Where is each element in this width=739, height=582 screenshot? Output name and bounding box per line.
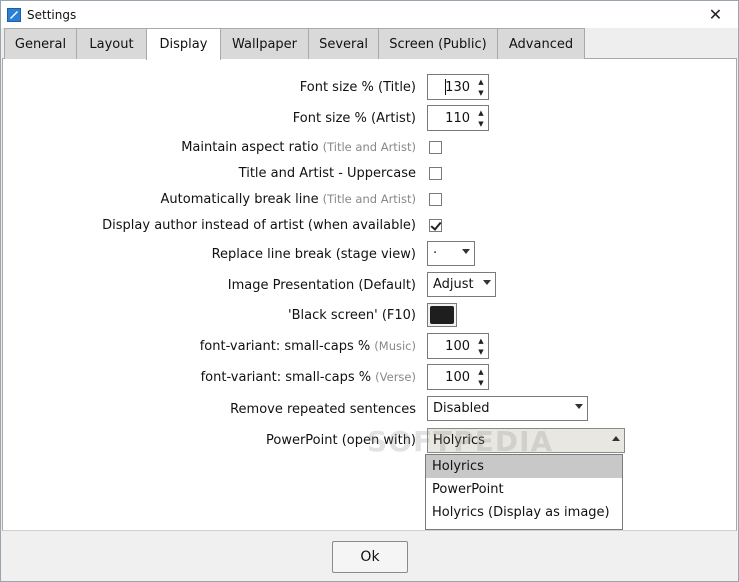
list-item-holyrics-image[interactable]: Holyrics (Display as image) — [426, 501, 622, 524]
remove-repeated-label: Remove repeated sentences — [230, 401, 416, 417]
spin-up-icon[interactable]: ▲ — [474, 366, 488, 377]
spin-up-icon[interactable]: ▲ — [474, 335, 488, 346]
display-author-label: Display author instead of artist (when a… — [102, 217, 416, 233]
list-item-holyrics[interactable]: Holyrics — [426, 455, 622, 478]
aspect-ratio-label: Maintain aspect ratio (Title and Artist) — [181, 139, 416, 155]
uppercase-checkbox[interactable] — [429, 167, 442, 180]
app-icon — [7, 7, 21, 22]
font-size-artist-value[interactable]: 110 — [428, 106, 472, 130]
chevron-down-icon — [575, 404, 583, 409]
small-caps-verse-value[interactable]: 100 — [428, 365, 472, 389]
black-screen-color-button[interactable] — [427, 303, 457, 327]
list-item-powerpoint[interactable]: PowerPoint — [426, 478, 622, 501]
replace-line-break-select[interactable]: · — [427, 241, 475, 266]
display-panel: Font size % (Title) 130 ▲ ▼ Font size % … — [2, 59, 737, 531]
chevron-up-icon — [612, 436, 620, 441]
powerpoint-select[interactable]: Holyrics — [427, 428, 625, 453]
font-size-title-spinner[interactable]: 130 ▲ ▼ — [427, 74, 489, 100]
tab-advanced[interactable]: Advanced — [497, 28, 585, 59]
tab-several[interactable]: Several — [308, 28, 379, 59]
title-bar: Settings ✕ — [1, 1, 738, 28]
chevron-down-icon — [462, 249, 470, 254]
image-presentation-select[interactable]: Adjust — [427, 272, 496, 297]
remove-repeated-select[interactable]: Disabled — [427, 396, 588, 421]
powerpoint-value: Holyrics — [433, 433, 485, 448]
powerpoint-label: PowerPoint (open with) — [265, 432, 416, 448]
small-caps-verse-spinner[interactable]: 100 ▲ ▼ — [427, 364, 489, 390]
auto-break-label: Automatically break line (Title and Artis… — [160, 191, 416, 207]
color-swatch — [430, 306, 454, 324]
replace-line-break-value: · — [433, 246, 438, 261]
aspect-ratio-checkbox[interactable] — [429, 141, 442, 154]
spin-up-icon[interactable]: ▲ — [474, 76, 488, 87]
spin-down-icon[interactable]: ▼ — [474, 377, 488, 388]
font-size-artist-spinner[interactable]: 110 ▲ ▼ — [427, 105, 489, 131]
tab-bar: General Layout Display Wallpaper Several… — [2, 28, 737, 60]
small-caps-music-spinner[interactable]: 100 ▲ ▼ — [427, 333, 489, 359]
tab-screen-public[interactable]: Screen (Public) — [378, 28, 498, 59]
spin-down-icon[interactable]: ▼ — [474, 118, 488, 129]
remove-repeated-value: Disabled — [433, 401, 490, 416]
powerpoint-dropdown-list: Holyrics PowerPoint Holyrics (Display as… — [425, 454, 623, 530]
small-caps-verse-label: font-variant: small-caps % (Verse) — [200, 369, 416, 385]
image-presentation-value: Adjust — [433, 277, 474, 292]
font-size-artist-label: Font size % (Artist) — [292, 110, 416, 126]
font-size-title-value[interactable]: 130 — [428, 75, 472, 99]
small-caps-music-value[interactable]: 100 — [428, 334, 472, 358]
display-author-checkbox[interactable] — [429, 219, 442, 232]
image-presentation-label: Image Presentation (Default) — [227, 277, 416, 293]
spin-down-icon[interactable]: ▼ — [474, 87, 488, 98]
spin-up-icon[interactable]: ▲ — [474, 107, 488, 118]
font-size-title-label: Font size % (Title) — [299, 79, 416, 95]
window-title: Settings — [27, 7, 77, 22]
ok-button[interactable]: Ok — [332, 541, 408, 573]
text-caret — [445, 79, 446, 95]
settings-window: Settings ✕ General Layout Display Wallpa… — [0, 0, 739, 582]
replace-line-break-label: Replace line break (stage view) — [211, 246, 416, 262]
close-icon[interactable]: ✕ — [693, 1, 738, 28]
auto-break-checkbox[interactable] — [429, 193, 442, 206]
tab-layout[interactable]: Layout — [76, 28, 147, 59]
tab-wallpaper[interactable]: Wallpaper — [220, 28, 309, 59]
tab-display[interactable]: Display — [146, 28, 221, 60]
black-screen-label: 'Black screen' (F10) — [288, 307, 416, 323]
spin-down-icon[interactable]: ▼ — [474, 346, 488, 357]
chevron-down-icon — [483, 280, 491, 285]
uppercase-label: Title and Artist - Uppercase — [238, 165, 416, 181]
tab-general[interactable]: General — [4, 28, 77, 59]
small-caps-music-label: font-variant: small-caps % (Music) — [199, 338, 416, 354]
